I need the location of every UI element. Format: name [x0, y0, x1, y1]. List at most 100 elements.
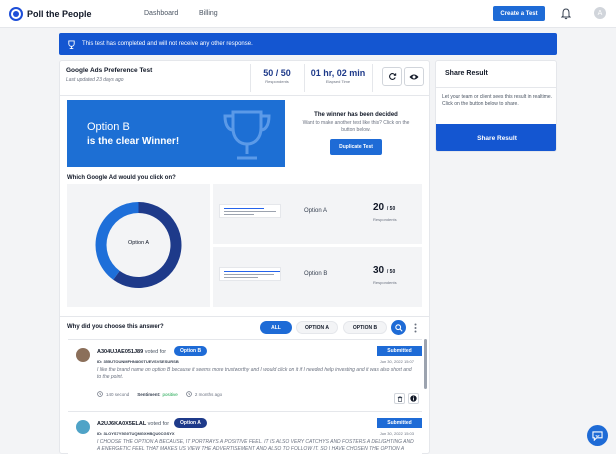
- option-b-thumbnail: [219, 267, 281, 281]
- winner-decided-panel: The winner has been decided Want to make…: [290, 100, 422, 167]
- scrollbar[interactable]: [424, 339, 427, 389]
- trash-icon: [397, 395, 402, 402]
- more-options-icon[interactable]: [414, 323, 417, 333]
- create-test-button[interactable]: Create a Test: [493, 6, 545, 21]
- filter-all[interactable]: ALL: [260, 321, 292, 334]
- response-worker-id: A2UJ6KA0X5ELAL: [97, 421, 147, 427]
- option-a-panel[interactable]: Option A 20 / 50 Respondents: [213, 184, 422, 244]
- avatar: [76, 348, 90, 362]
- status-badge: Submitted: [377, 418, 422, 428]
- header-divider: [59, 95, 430, 96]
- nav-dashboard[interactable]: Dashboard: [144, 10, 178, 17]
- option-b-value: 30: [373, 265, 385, 276]
- response-meta: 140 second Sentiment: positive 2 months …: [97, 391, 230, 397]
- trophy-watermark-icon: [223, 110, 271, 160]
- bell-icon[interactable]: [561, 8, 571, 20]
- share-description: Let your team or client sees this result…: [442, 94, 553, 107]
- thumb-line: [224, 277, 258, 278]
- delete-button[interactable]: [394, 393, 405, 404]
- clock-icon: [186, 391, 192, 397]
- results-question: Which Google Ad would you click on?: [67, 175, 176, 181]
- option-badge: Option B: [174, 346, 208, 356]
- brand-name: Poll the People: [27, 9, 92, 19]
- thumb-line: [224, 214, 254, 215]
- test-title: Google Ads Preference Test: [66, 67, 153, 74]
- voted-for-text: voted for: [147, 421, 170, 427]
- trophy-icon: [68, 39, 75, 49]
- winner-panel: Option B is the clear Winner!: [67, 100, 285, 167]
- option-b-panel[interactable]: Option B 30 / 50 Respondents: [213, 247, 422, 307]
- response-name: A304UJAE051J89 voted for: [97, 349, 166, 355]
- chat-button[interactable]: [587, 425, 608, 446]
- search-button[interactable]: [391, 320, 406, 335]
- refresh-button[interactable]: [382, 67, 402, 86]
- info-icon: [410, 395, 417, 402]
- response-duration: 140 second: [106, 391, 130, 397]
- winner-option: Option B: [87, 121, 130, 133]
- sentiment-value: positive: [162, 391, 178, 397]
- thumb-line: [224, 274, 274, 275]
- duplicate-test-button[interactable]: Duplicate Test: [330, 139, 382, 155]
- option-badge: Option A: [174, 418, 207, 428]
- top-navbar: Poll the People Dashboard Billing Create…: [0, 0, 616, 28]
- option-a-name: Option A: [304, 208, 328, 214]
- response-date: Jun 30, 2022 15:03: [379, 431, 414, 436]
- option-a-thumbnail: [219, 204, 281, 218]
- pie-panel: Option A: [67, 184, 210, 307]
- respondents-stat: 50 / 50 Respondents: [256, 68, 298, 84]
- respondents-label: Respondents: [265, 79, 289, 84]
- divider: [250, 64, 251, 92]
- winner-caption: is the clear Winner!: [87, 136, 180, 147]
- sentiment-label: Sentiment:: [137, 391, 161, 397]
- chat-icon: [592, 430, 603, 441]
- preview-button[interactable]: [404, 67, 424, 86]
- filter-option-b[interactable]: OPTION B: [343, 321, 387, 334]
- banner-text: This test has completed and will not rec…: [82, 41, 253, 47]
- thumb-line: [224, 211, 276, 212]
- brand-logo[interactable]: Poll the People: [9, 7, 92, 21]
- response-card: A2UJ6KA0X5ELAL voted for Option A Submit…: [68, 411, 422, 454]
- search-icon: [394, 323, 403, 332]
- nav-billing[interactable]: Billing: [199, 10, 218, 17]
- response-worker-id: A304UJAE051J89: [97, 349, 144, 355]
- option-a-value: 20: [373, 202, 385, 213]
- voted-for-text: voted for: [144, 349, 167, 355]
- filter-option-a[interactable]: OPTION A: [296, 321, 338, 334]
- share-result-button[interactable]: Share Result: [436, 124, 556, 151]
- divider: [304, 64, 305, 92]
- respondents-value: 50 / 50: [263, 68, 291, 78]
- elapsed-stat: 01 hr, 02 min Elapsed Time: [310, 68, 366, 84]
- option-a-respondents-label: Respondents: [373, 217, 397, 222]
- share-title: Share Result: [445, 70, 488, 77]
- share-result-card: Share Result Let your team or client see…: [435, 60, 557, 152]
- eye-icon: [409, 74, 419, 79]
- response-id: ID: 355UTOUNMFHN8G0TUEVSVSESURSB: [97, 359, 179, 364]
- response-date: Jun 30, 2022 15:07: [379, 359, 414, 364]
- clock-icon: [97, 391, 103, 397]
- option-a-total: / 50: [386, 206, 396, 212]
- answers-question: Why did you choose this answer?: [67, 324, 164, 330]
- decided-subtitle: Want to make another test like this? Cli…: [302, 120, 410, 133]
- response-card: A304UJAE051J89 voted for Option B Submit…: [68, 339, 422, 411]
- user-avatar[interactable]: A: [594, 7, 606, 19]
- pie-center-label: Option A: [127, 240, 150, 246]
- refresh-icon: [388, 73, 396, 80]
- response-text: I like the brand name on option B becaus…: [97, 367, 412, 380]
- status-badge: Submitted: [377, 346, 422, 356]
- thumb-line: [224, 208, 264, 209]
- avatar: [76, 420, 90, 434]
- option-b-count: 30 / 50: [373, 265, 395, 276]
- thumb-line: [224, 271, 280, 272]
- info-button[interactable]: [408, 393, 419, 404]
- section-divider: [59, 316, 430, 317]
- divider: [372, 64, 373, 92]
- completed-banner: This test has completed and will not rec…: [59, 33, 557, 55]
- response-time-ago: 2 months ago: [194, 391, 223, 397]
- decided-title: The winner has been decided: [314, 112, 398, 118]
- elapsed-label: Elapsed Time: [325, 79, 351, 84]
- response-text: I CHOOSE THE OPTION A BECAUSE, IT PORTRA…: [97, 439, 414, 452]
- test-updated: Last updated 23 days ago: [66, 77, 124, 83]
- response-name: A2UJ6KA0X5ELAL voted for: [97, 421, 169, 427]
- option-a-count: 20 / 50: [373, 202, 395, 213]
- option-b-total: / 50: [386, 269, 396, 275]
